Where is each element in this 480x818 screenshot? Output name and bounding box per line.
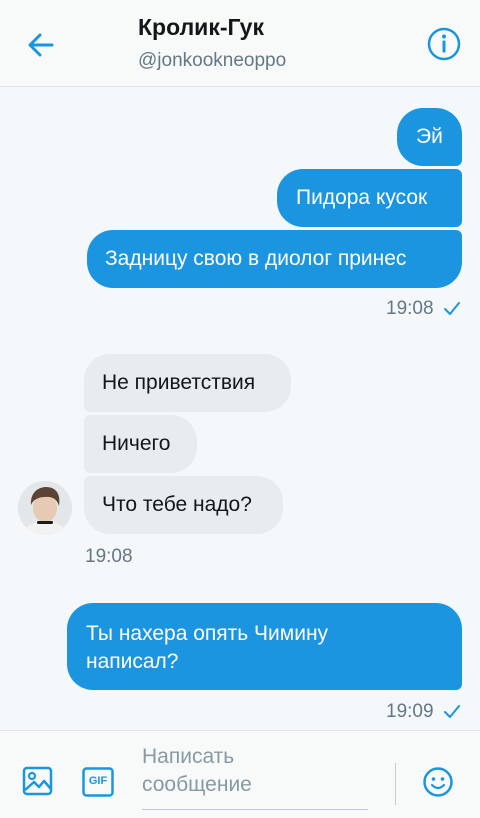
sent-check-icon — [444, 302, 460, 316]
avatar[interactable] — [18, 481, 72, 535]
conversation-title: Кролик-Гук — [138, 14, 264, 40]
message-text-line: написал? — [86, 650, 179, 673]
message-text: Что тебе надо? — [102, 493, 252, 516]
message-input-placeholder-line: Написать — [142, 745, 235, 768]
message-bubble-incoming[interactable]: Не приветствия — [84, 354, 291, 412]
message-text: Не приветствия — [102, 371, 256, 394]
gif-icon[interactable]: GIF — [82, 767, 114, 797]
message-input-placeholder-line: сообщение — [142, 773, 252, 796]
dm-conversation-screen: Кролик-Гук @jonkookneoppo Эй Пидора кусо… — [0, 0, 480, 818]
message-timestamp: 19:08 — [386, 298, 434, 319]
conversation-handle: @jonkookneoppo — [138, 50, 287, 71]
back-arrow-icon[interactable] — [22, 26, 62, 66]
message-text: Ничего — [102, 432, 171, 455]
message-timestamp: 19:09 — [386, 701, 434, 722]
message-bubble-outgoing[interactable]: Эй — [397, 108, 462, 166]
message-text: Задницу свою в диолог принес — [105, 247, 407, 270]
message-composer: GIF Написать сообщение — [0, 730, 480, 818]
composer-divider — [395, 763, 396, 805]
message-bubble-outgoing[interactable]: Пидора кусок — [277, 169, 462, 227]
gif-label: GIF — [88, 775, 108, 787]
message-input[interactable]: Написать сообщение — [142, 743, 368, 810]
smiley-icon[interactable] — [422, 766, 454, 798]
message-text: Эй — [416, 125, 443, 148]
message-bubble-incoming[interactable]: Что тебе надо? — [84, 476, 283, 534]
conversation-header: Кролик-Гук @jonkookneoppo — [0, 0, 480, 87]
message-text: Пидора кусок — [296, 186, 428, 209]
info-circle-icon[interactable] — [426, 26, 462, 62]
message-timestamp: 19:08 — [85, 546, 133, 567]
image-icon[interactable] — [22, 765, 54, 797]
message-bubble-outgoing[interactable]: Ты нахера опять Чимину написал? — [67, 603, 462, 690]
message-text-line: Ты нахера опять Чимину — [86, 622, 329, 645]
sent-check-icon — [444, 705, 460, 719]
message-bubble-incoming[interactable]: Ничего — [84, 415, 197, 473]
message-bubble-outgoing[interactable]: Задницу свою в диолог принес — [87, 230, 462, 288]
